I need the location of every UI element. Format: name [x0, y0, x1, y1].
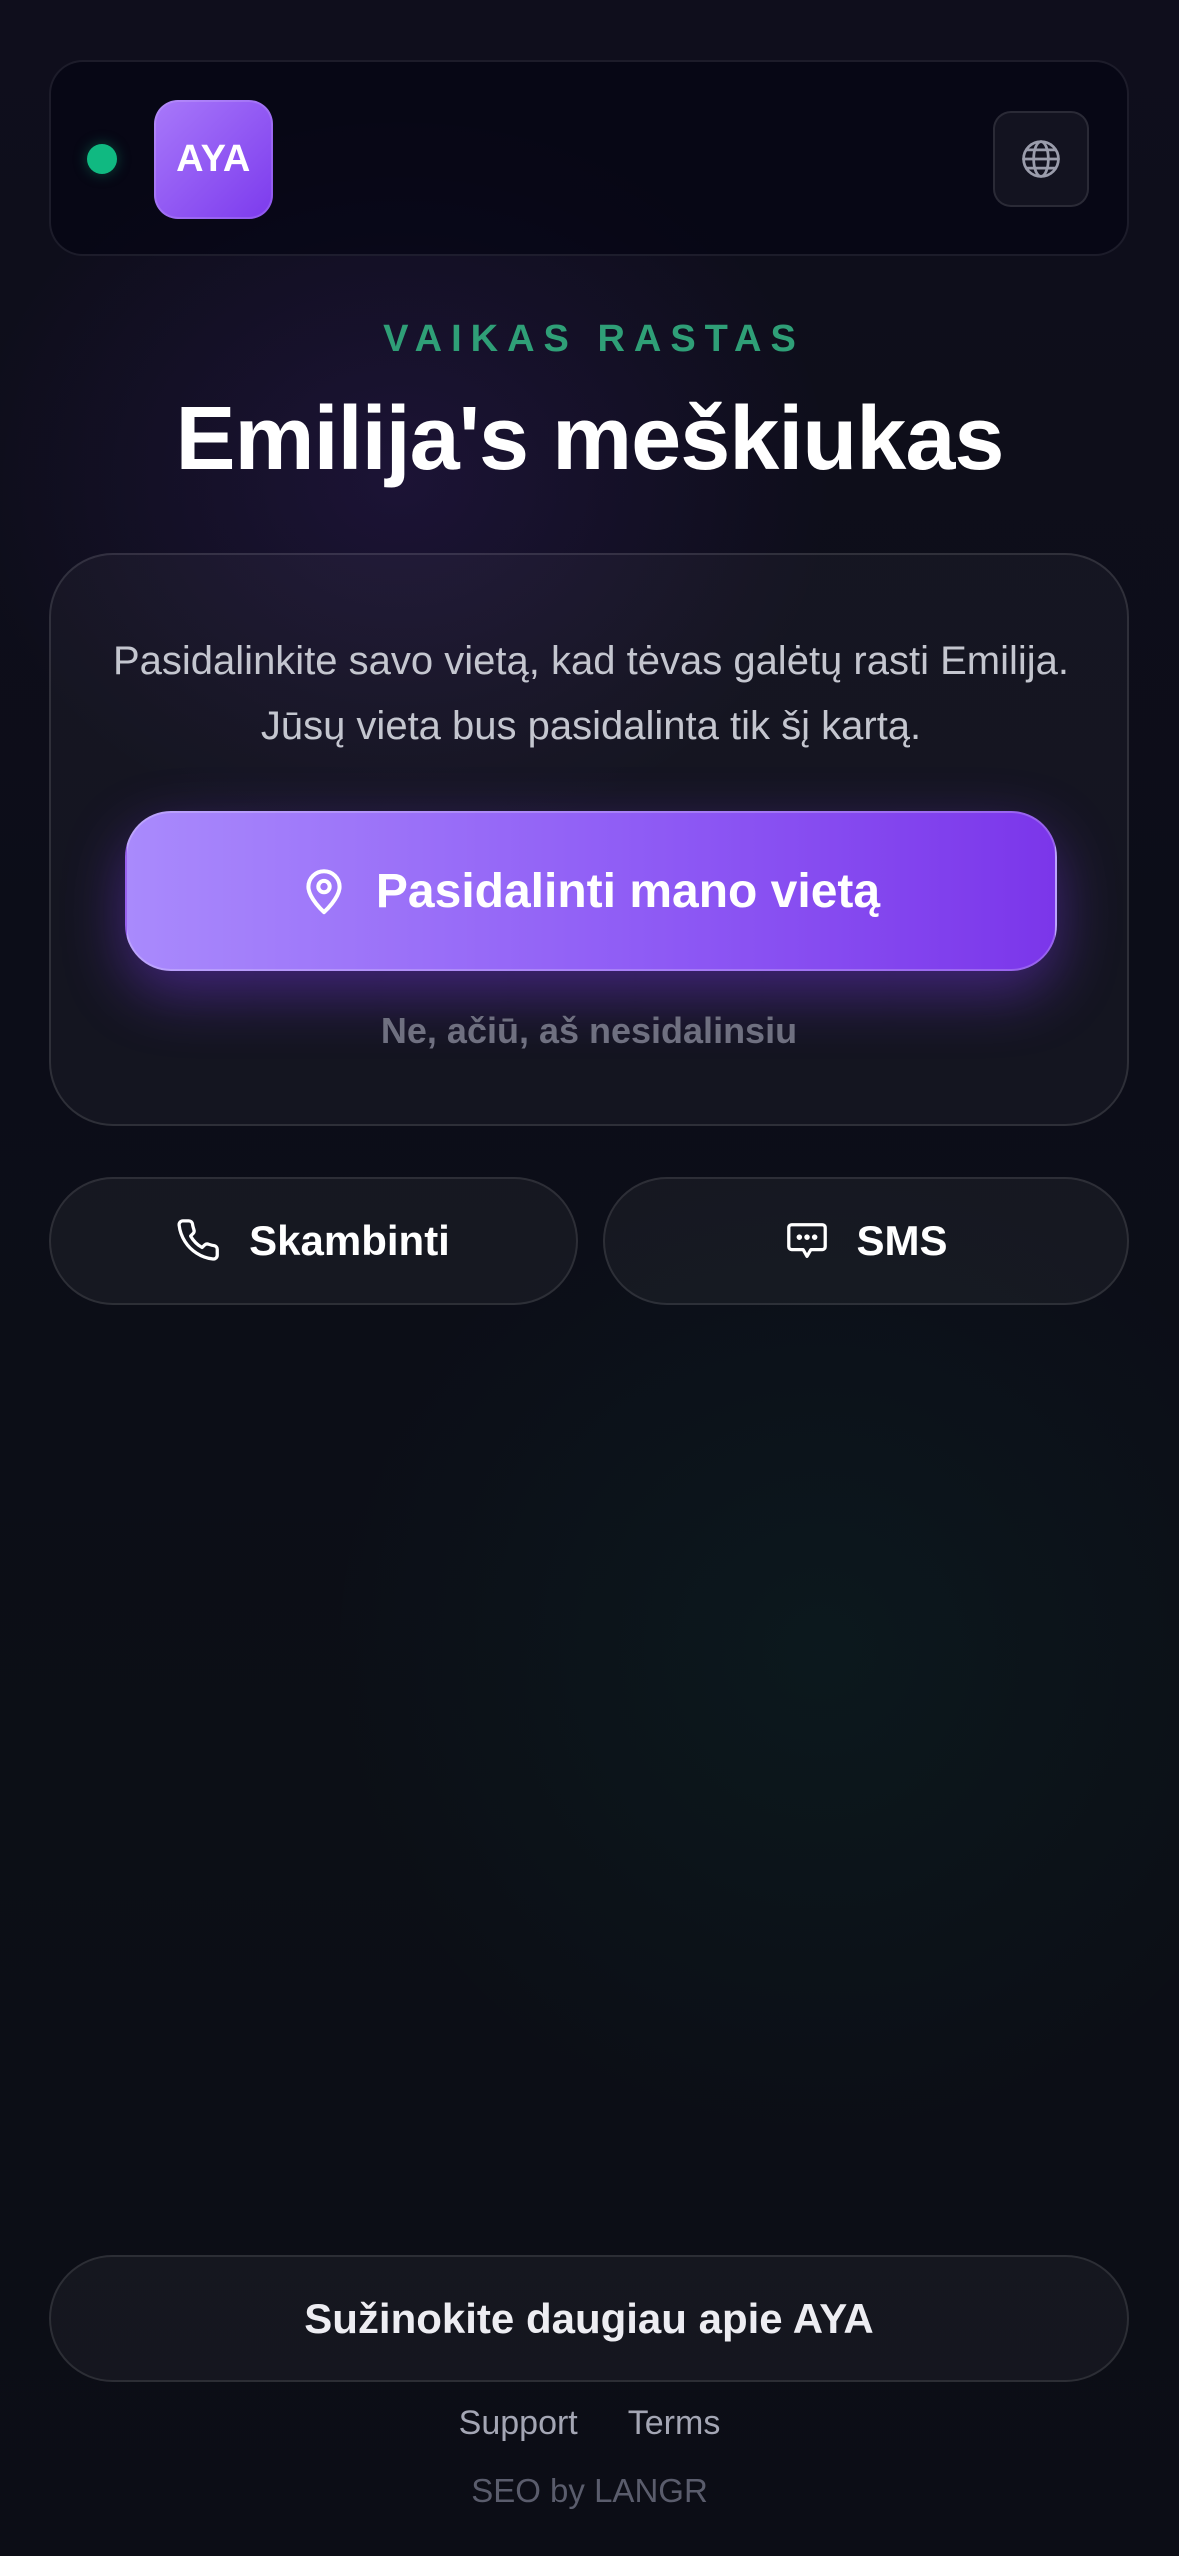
share-location-button[interactable]: Pasidalinti mano vietą [125, 811, 1057, 971]
found-status-label: VAIKAS RASTAS [383, 318, 805, 360]
aya-logo: AYA [154, 100, 273, 219]
terms-link[interactable]: Terms [628, 2404, 721, 2443]
page-title: Emilija's meškiukas [175, 389, 1005, 489]
share-location-card: Pasidalinkite savo vietą, kad tėvas galė… [49, 553, 1129, 1126]
language-button[interactable] [993, 111, 1089, 207]
seo-credit: SEO by LANGR [471, 2472, 708, 2509]
share-description: Pasidalinkite savo vietą, kad tėvas galė… [112, 639, 1069, 748]
online-status-dot [87, 144, 117, 174]
map-pin-icon [302, 866, 346, 916]
sms-button-label: SMS [856, 1217, 948, 1264]
learn-more-button[interactable]: Sužinokite daugiau apie AYA [49, 2255, 1129, 2382]
sms-button[interactable]: SMS [603, 1177, 1129, 1305]
header-bar: AYA [49, 60, 1129, 256]
call-button-label: Skambinti [249, 1217, 450, 1264]
call-button[interactable]: Skambinti [49, 1177, 578, 1305]
globe-icon [1019, 137, 1063, 181]
support-link[interactable]: Support [459, 2404, 578, 2443]
phone-icon [177, 1218, 223, 1264]
message-icon [784, 1218, 830, 1264]
footer-links: Support Terms [0, 2404, 1179, 2443]
decline-share-link[interactable]: Ne, ačiū, aš nesidalinsiu [51, 1010, 1127, 1052]
share-button-label: Pasidalinti mano vietą [375, 864, 881, 918]
